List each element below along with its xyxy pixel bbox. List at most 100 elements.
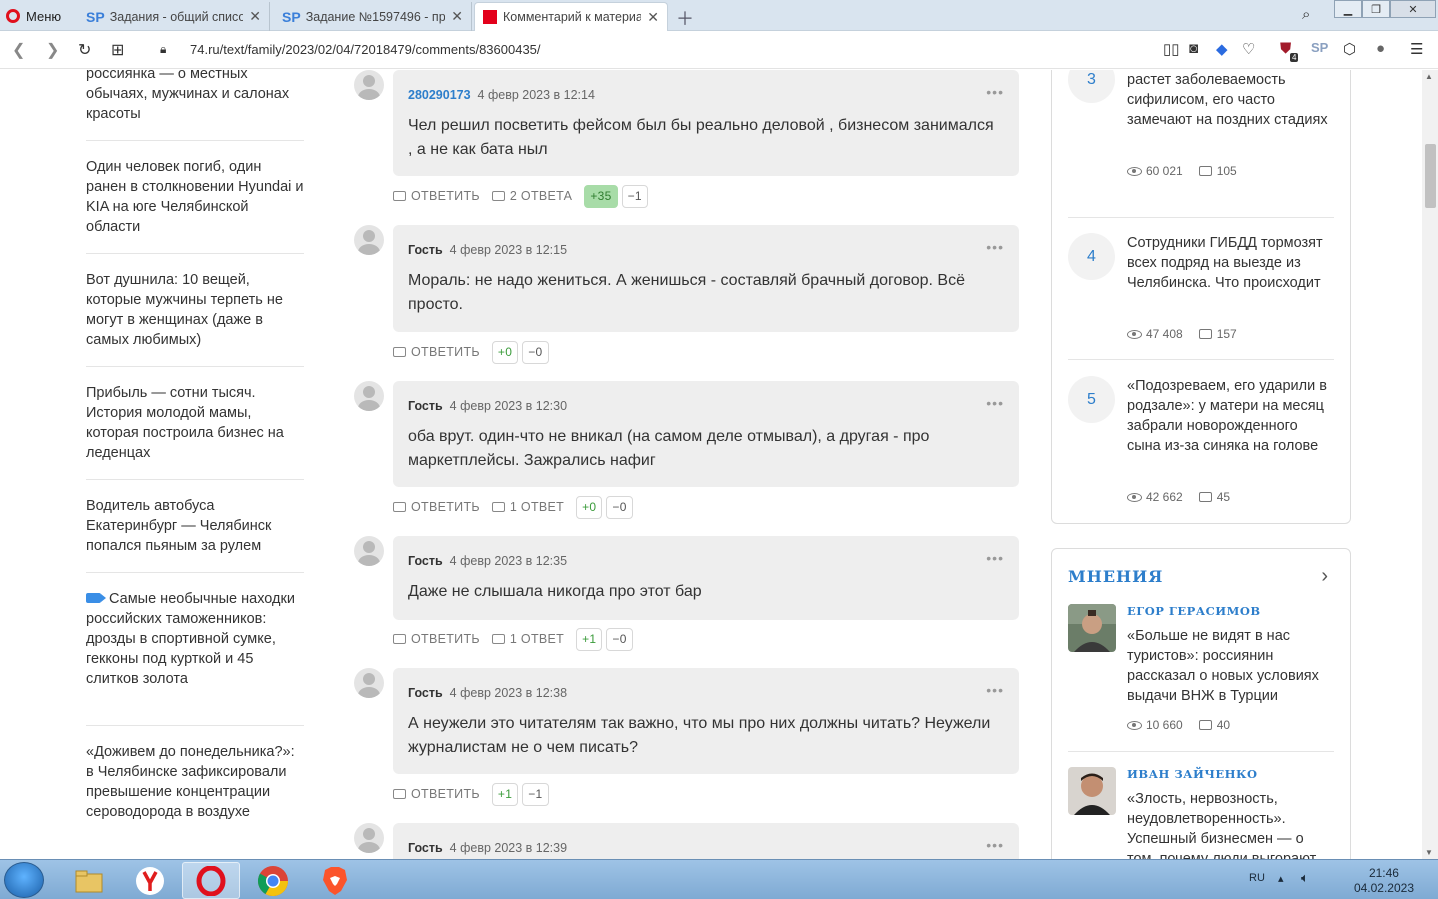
opinion-author[interactable]: ЕГОР ГЕРАСИМОВ [1127,604,1261,618]
opera-taskbar-icon[interactable] [182,862,240,899]
url-field[interactable]: 74.ru/text/family/2023/02/04/72018479/co… [190,42,541,57]
news-title[interactable]: Самые необычные находки российских тамож… [86,591,295,687]
opinion-title[interactable]: «Больше не видят в нас туристов»: россия… [1127,626,1334,706]
cube-icon[interactable]: ⬡ [1343,40,1356,58]
more-options-icon[interactable]: ••• [986,837,1004,853]
profile-icon[interactable]: ● [1376,40,1385,57]
comment-text: Мораль: не надо жениться. А женишься - с… [408,272,965,313]
camera-icon[interactable]: ◙ [1189,40,1198,57]
news-title[interactable]: Водитель автобуса Екатеринбург — Челябин… [86,498,271,554]
language-indicator[interactable]: RU [1249,872,1265,884]
opinions-title[interactable]: МНЕНИЯ [1068,567,1163,586]
volume-icon[interactable]: 🔈︎ [1301,870,1309,886]
news-item[interactable]: «Доживем до понедельника?»: в Челябинске… [86,742,304,859]
top-news-title[interactable]: «Подозреваем, его ударили в родзале»: у … [1127,376,1334,456]
more-options-icon[interactable]: ••• [986,550,1004,566]
opinion-author[interactable]: ИВАН ЗАЙЧЕНКО [1127,767,1257,781]
reply-button[interactable]: ОТВЕТИТЬ [393,345,480,359]
easy-setup-icon[interactable]: ☰ [1410,40,1423,58]
brave-taskbar-icon[interactable] [306,862,364,899]
scroll-thumb[interactable] [1425,144,1436,208]
scroll-down-icon[interactable]: ▼ [1425,848,1433,857]
page-scrollbar[interactable]: ▲ ▼ [1422,70,1438,859]
new-tab-icon[interactable]: ＋ [676,5,694,31]
upvote-button[interactable]: +1 [491,782,519,806]
tab-close-icon[interactable]: ✕ [249,8,261,25]
system-clock[interactable]: 21:46 04.02.2023 [1354,866,1414,896]
reply-button[interactable]: ОТВЕТИТЬ [393,632,480,646]
window-controls: ▁ ❐ ✕ [1334,0,1436,22]
news-item[interactable]: Водитель автобуса Екатеринбург — Челябин… [86,496,304,573]
shield-icon[interactable]: ◆ [1216,40,1228,58]
news-item[interactable]: Один человек погиб, один ранен в столкно… [86,157,304,254]
tab-close-icon[interactable]: ✕ [451,8,463,25]
news-title[interactable]: Прибыль — сотни тысяч. История молодой м… [86,385,284,461]
tab-3-active[interactable]: Комментарий к материалу ✕ [474,2,668,31]
reload-icon[interactable]: ↻ [78,40,91,60]
top-news-title[interactable]: поражает сердце: в России растет заболев… [1127,70,1334,130]
views-count: 60 021 [1146,164,1183,178]
close-window-icon[interactable]: ✕ [1390,0,1436,18]
reader-icon[interactable]: ▯▯ [1163,40,1180,58]
chevron-right-icon[interactable]: › [1321,565,1328,588]
opinion-item[interactable]: ЕГОР ГЕРАСИМОВ «Больше не видят в нас ту… [1068,604,1334,752]
opinion-title[interactable]: «Злость, нервозность, неудовлетворенност… [1127,789,1334,859]
opinion-item[interactable]: ИВАН ЗАЙЧЕНКО «Злость, нервозность, неуд… [1068,767,1334,859]
opera-menu-button[interactable]: Меню [6,7,61,25]
more-options-icon[interactable]: ••• [986,239,1004,255]
upvote-button[interactable]: +0 [491,340,519,364]
downvote-button[interactable]: −0 [606,495,633,519]
top-news-item[interactable]: 3 поражает сердце: в России растет забол… [1068,70,1334,218]
news-title[interactable]: Один человек погиб, один ранен в столкно… [86,159,304,235]
tab-2[interactable]: SP Задание №1597496 - про ✕ [274,2,472,31]
start-button-icon[interactable] [4,862,44,898]
forward-icon[interactable]: ❯ [46,40,59,60]
heart-icon[interactable]: ♡ [1242,40,1255,58]
news-item[interactable]: Прибыль — сотни тысяч. История молодой м… [86,383,304,480]
reply-button[interactable]: ОТВЕТИТЬ [393,500,480,514]
reply-button[interactable]: ОТВЕТИТЬ [393,189,480,203]
chrome-taskbar-icon[interactable] [244,862,302,899]
answers-button[interactable]: 1 ОТВЕТ [491,632,564,646]
reply-button[interactable]: ОТВЕТИТЬ [393,787,480,801]
rank-number: 4 [1068,233,1115,280]
more-options-icon[interactable]: ••• [986,395,1004,411]
upvote-button[interactable]: +0 [576,495,603,519]
news-title[interactable]: «Доживем до понедельника?»: в Челябинске… [86,744,295,820]
views-icon [1127,329,1142,339]
search-tabs-icon[interactable]: ⌕ [1302,6,1310,23]
comment-body: Гость 4 февр 2023 в 12:30 ••• оба врут. … [393,381,1019,487]
top-news-item[interactable]: 4 Сотрудники ГИБДД тормозят всех подряд … [1068,233,1334,360]
downvote-button[interactable]: −1 [522,782,549,806]
comment-author[interactable]: 280290173 [408,88,471,102]
tab-1[interactable]: SP Задания - общий список з ✕ [78,2,270,31]
yandex-taskbar-icon[interactable] [121,862,179,899]
upvote-button[interactable]: +35 [584,184,618,208]
news-item[interactable]: Вот душнила: 10 вещей, которые мужчины т… [86,270,304,367]
more-options-icon[interactable]: ••• [986,84,1004,100]
upvote-button[interactable]: +1 [576,627,603,651]
scroll-up-icon[interactable]: ▲ [1425,72,1433,81]
news-item[interactable]: Самые необычные находки российских тамож… [86,589,304,726]
tray-arrow-icon[interactable]: ▴ [1278,872,1284,885]
comment-date: 4 февр 2023 в 12:35 [449,554,568,568]
tab-close-icon[interactable]: ✕ [647,9,659,26]
news-title[interactable]: россиянка — о местных обычаях, мужчинах … [86,70,289,122]
top-news-item[interactable]: 5 «Подозреваем, его ударили в родзале»: … [1068,376,1334,516]
minimize-icon[interactable]: ▁ [1334,0,1362,18]
answers-button[interactable]: 2 ОТВЕТА [491,189,572,203]
explorer-taskbar-icon[interactable] [60,862,118,899]
more-options-icon[interactable]: ••• [986,682,1004,698]
downvote-button[interactable]: −0 [606,627,633,651]
downvote-button[interactable]: −0 [522,340,549,364]
speed-dial-icon[interactable]: ⊞ [111,40,124,60]
news-item[interactable]: россиянка — о местных обычаях, мужчинах … [86,70,304,141]
back-icon[interactable]: ❮ [12,40,25,60]
comment-body: 280290173 4 февр 2023 в 12:14 ••• Чел ре… [393,70,1019,176]
answers-button[interactable]: 1 ОТВЕТ [491,500,564,514]
maximize-icon[interactable]: ❐ [1362,0,1390,18]
sp-extension-icon[interactable]: SP [1311,40,1328,55]
news-title[interactable]: Вот душнила: 10 вещей, которые мужчины т… [86,272,283,348]
downvote-button[interactable]: −1 [621,184,648,208]
top-news-title[interactable]: Сотрудники ГИБДД тормозят всех подряд на… [1127,233,1334,293]
